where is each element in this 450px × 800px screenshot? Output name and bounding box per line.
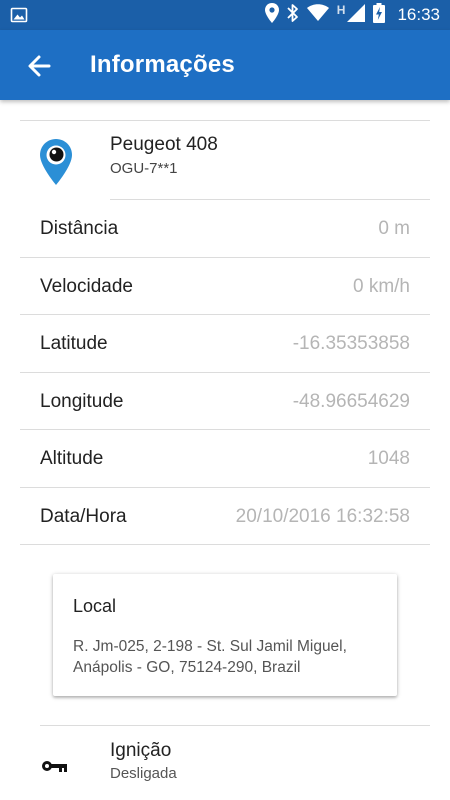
status-bar: H 16:33 [0,0,450,30]
location-card[interactable]: Local R. Jm-025, 2-198 - St. Sul Jamil M… [53,574,397,696]
image-icon [10,6,28,29]
wifi-icon [306,3,329,27]
detail-row-data-hora: Data/Hora 20/10/2016 16:32:58 [40,488,410,545]
bluetooth-icon [287,3,299,28]
network-type-label: H [336,3,346,17]
vehicle-name: Peugeot 408 [110,134,218,155]
key-icon [41,758,69,774]
location-icon [264,2,279,28]
detail-label: Distância [40,217,119,239]
status-time: 16:33 [397,5,440,24]
location-address: R. Jm-025, 2-198 - St. Sul Jamil Miguel,… [73,638,347,676]
detail-row-velocidade: Velocidade 0 km/h [40,258,410,315]
detail-label: Latitude [40,332,108,354]
detail-row-longitude: Longitude -48.96654629 [40,373,410,430]
detail-value: 0 km/h [352,275,410,297]
detail-value: 1048 [367,447,410,469]
ignition-status: Desligada [110,765,177,782]
location-card-title: Local [73,596,117,616]
detail-value: -16.35353858 [292,332,410,354]
detail-row-altitude: Altitude 1048 [40,430,410,487]
detail-label: Velocidade [40,275,133,297]
ignition-label: Ignição [110,740,172,761]
detail-value: -48.96654629 [292,390,410,412]
detail-value: 0 m [378,217,410,239]
vehicle-plate: OGU-7**1 [110,160,178,177]
divider [40,725,430,726]
detail-row-latitude: Latitude -16.35353858 [40,315,410,372]
signal-icon [347,3,366,27]
detail-value: 20/10/2016 16:32:58 [235,505,410,527]
battery-charging-icon [373,2,386,28]
divider [20,544,430,545]
detail-label: Altitude [40,447,104,469]
page-title: Informações [90,51,235,78]
detail-label: Data/Hora [40,505,127,527]
app-bar: Informações [0,30,450,100]
divider [20,120,430,121]
detail-row-distancia: Distância 0 m [40,200,410,257]
arrow-back-icon[interactable] [26,52,54,80]
detail-label: Longitude [40,390,124,412]
map-pin-icon [38,138,74,186]
